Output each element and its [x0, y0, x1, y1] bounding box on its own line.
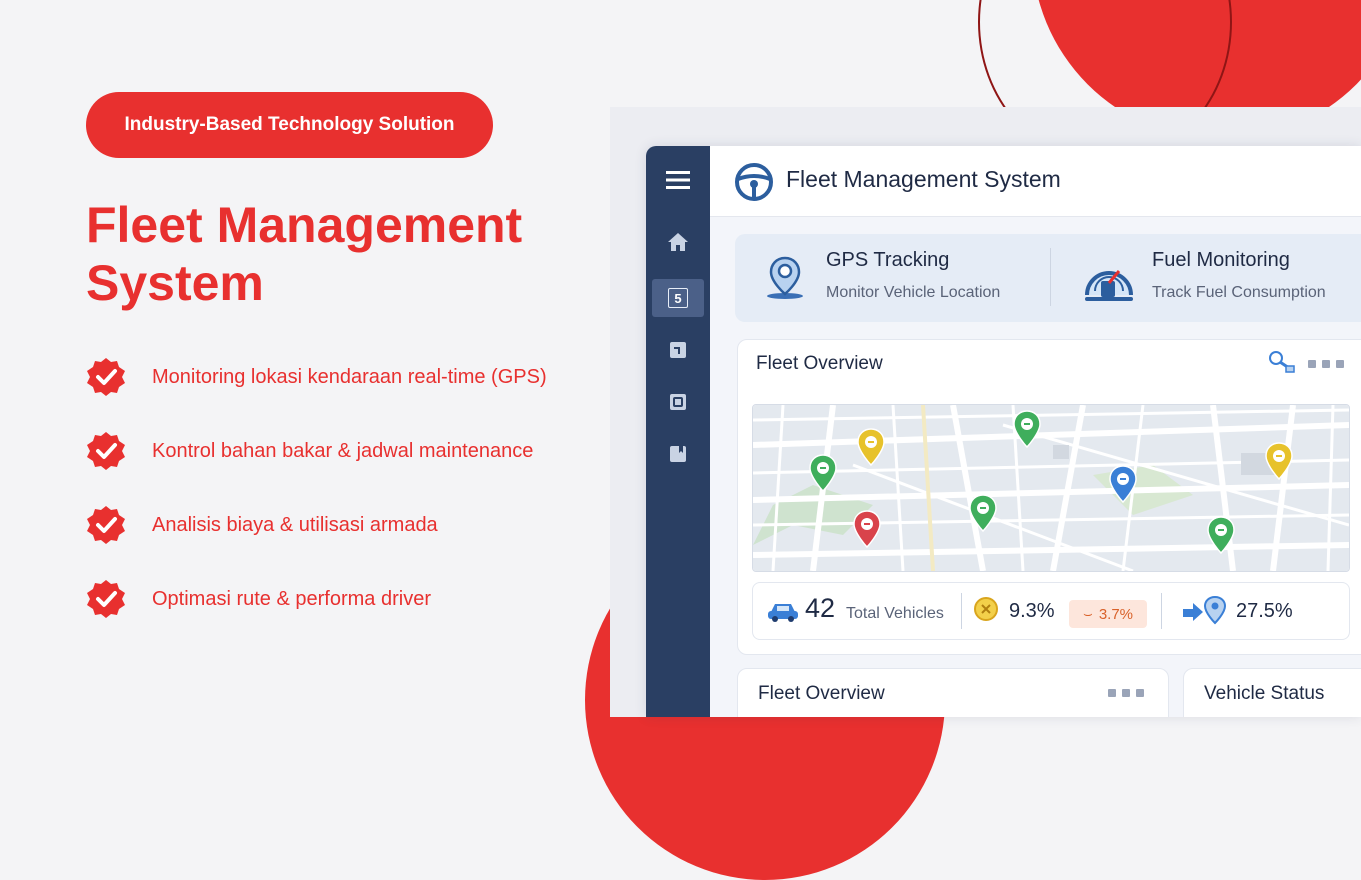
- fleet-overview-card: Fleet Overview 42 Total Vehicles 9.3% ⌣ …: [737, 339, 1361, 655]
- check-badge-icon: [87, 580, 125, 618]
- bookmark-icon: [670, 446, 686, 462]
- fuel-change-chip: ⌣ 3.7%: [1069, 600, 1147, 628]
- fuel-rate-value: 9.3%: [1009, 600, 1055, 622]
- metric-divider: [1161, 593, 1162, 629]
- fuel-alert-icon: [974, 597, 998, 621]
- sidebar-item-home[interactable]: [652, 223, 704, 261]
- total-vehicles-label: Total Vehicles: [846, 605, 944, 622]
- feature-item: Monitoring lokasi kendaraan real-time (G…: [86, 357, 547, 397]
- check-badge-icon: [87, 506, 125, 544]
- feature-label: Monitoring lokasi kendaraan real-time (G…: [152, 365, 547, 388]
- car-icon: [768, 604, 798, 622]
- gps-tracking-subtitle: Monitor Vehicle Location: [826, 284, 1001, 301]
- route-rate-value: 27.5%: [1236, 600, 1293, 622]
- feature-label: Analisis biaya & utilisasi armada: [152, 513, 438, 536]
- total-vehicles-count: 42: [805, 593, 836, 623]
- steering-wheel-icon: [735, 163, 773, 201]
- hamburger-icon: [666, 171, 690, 189]
- headline-line-2: System: [86, 255, 264, 311]
- category-badge: Industry-Based Technology Solution: [86, 92, 493, 158]
- overview-more-icon[interactable]: [1308, 360, 1344, 368]
- feature-item: Analisis biaya & utilisasi armada: [86, 505, 438, 545]
- app-title: Fleet Management System: [786, 166, 1061, 192]
- feature-tiles: GPS Tracking Monitor Vehicle Location Fu…: [735, 234, 1361, 322]
- fleet-overview-title-2: Fleet Overview: [758, 683, 885, 704]
- fuel-change-value: 3.7%: [1098, 605, 1134, 623]
- overview-metrics: 42 Total Vehicles 9.3% ⌣ 3.7% 27.5%: [752, 582, 1350, 640]
- feature-item: Kontrol bahan bakar & jadwal maintenance: [86, 431, 533, 471]
- check-badge-icon: [87, 432, 125, 470]
- document-icon: [670, 342, 686, 358]
- feature-label: Optimasi rute & performa driver: [152, 587, 431, 610]
- gps-tracking-title: GPS Tracking: [826, 249, 950, 271]
- fleet-overview-card-2: Fleet Overview: [737, 668, 1169, 717]
- location-pin-icon: [767, 256, 803, 299]
- fuel-monitoring-title: Fuel Monitoring: [1152, 249, 1290, 271]
- app-header: Fleet Management System: [710, 146, 1361, 217]
- sidebar-item-settings[interactable]: [652, 435, 704, 473]
- trend-down-icon: ⌣: [1082, 605, 1093, 623]
- hero-headline: Fleet Management System: [86, 196, 586, 312]
- tile-divider: [1050, 248, 1051, 306]
- home-icon: [668, 233, 688, 251]
- headline-line-1: Fleet Management: [86, 197, 523, 253]
- device-icon: [670, 394, 686, 410]
- check-badge-icon: [87, 358, 125, 396]
- menu-button[interactable]: [652, 161, 704, 199]
- vehicle-status-card: Vehicle Status: [1183, 668, 1361, 717]
- vehicle-status-title: Vehicle Status: [1204, 683, 1325, 704]
- fleet-overview-title: Fleet Overview: [756, 353, 883, 374]
- sidebar-item-reports[interactable]: [652, 331, 704, 369]
- fleet-map[interactable]: [752, 404, 1350, 572]
- route-icon: [1183, 595, 1227, 625]
- metric-divider: [961, 593, 962, 629]
- feature-item: Optimasi rute & performa driver: [86, 579, 431, 619]
- dashboard-window: 5 Fleet Management System GPS Tracking M…: [646, 146, 1361, 717]
- fuel-gauge-icon: [1085, 270, 1133, 301]
- calendar-badge: 5: [668, 288, 688, 308]
- overview-more-icon-2[interactable]: [1108, 689, 1144, 697]
- satellite-icon[interactable]: [1268, 350, 1296, 374]
- sidebar-item-calendar[interactable]: 5: [652, 279, 704, 317]
- fuel-monitoring-subtitle: Track Fuel Consumption: [1152, 284, 1326, 301]
- sidebar: 5: [646, 146, 710, 717]
- feature-label: Kontrol bahan bakar & jadwal maintenance: [152, 439, 534, 462]
- sidebar-item-devices[interactable]: [652, 383, 704, 421]
